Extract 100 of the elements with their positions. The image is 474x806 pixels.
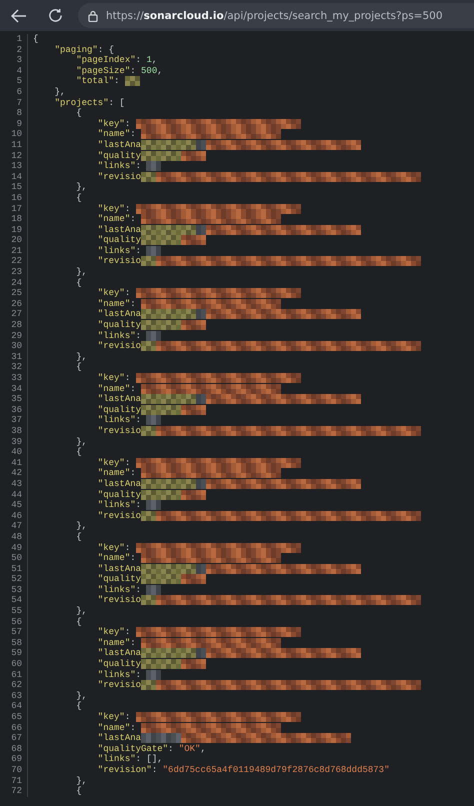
json-key: "links" (33, 246, 136, 256)
json-punctuation: { (75, 616, 82, 628)
line-number: 54 (0, 595, 28, 606)
line-number: 17 (0, 204, 28, 214)
json-key: "name" (33, 384, 130, 394)
line-number: 60 (0, 659, 28, 670)
json-punctuation: }, (75, 521, 88, 532)
json-punctuation: : (130, 298, 137, 310)
line-number: 55 (0, 606, 28, 617)
json-punctuation: : [], (136, 754, 163, 765)
json-punctuation: : (136, 670, 142, 680)
line-number: 10 (0, 129, 28, 140)
line-number: 27 (0, 309, 28, 320)
json-key: "key" (33, 542, 125, 554)
json-key: "quality (33, 150, 142, 162)
json-punctuation: : (130, 384, 137, 394)
lock-icon (88, 10, 98, 22)
line-number: 65 (0, 712, 28, 723)
json-key: "lastAna (33, 140, 142, 151)
json-key: "lastAna (33, 394, 142, 405)
json-punctuation: { (75, 278, 82, 288)
json-key: "name" (33, 722, 130, 734)
line-number: 43 (0, 478, 28, 490)
json-number: 500 (141, 66, 158, 76)
json-punctuation: : (136, 500, 142, 511)
line-number: 69 (0, 754, 28, 765)
json-punctuation: : (136, 55, 142, 66)
json-key: "revisio (33, 341, 142, 352)
json-punctuation: : (130, 214, 137, 225)
json-key: "paging" (33, 44, 98, 56)
json-punctuation: : (130, 66, 137, 76)
json-punctuation: : [ (108, 98, 125, 108)
line-number: 36 (0, 404, 28, 416)
json-punctuation: : (124, 627, 132, 638)
line-number: 58 (0, 638, 28, 648)
json-punctuation: : (124, 204, 132, 214)
json-punctuation: : (114, 76, 120, 87)
json-punctuation: , (200, 744, 206, 754)
line-number: 15 (0, 182, 28, 193)
json-punctuation: , (157, 66, 163, 76)
json-punctuation: }, (75, 352, 88, 362)
json-key: "lastAna (33, 224, 142, 236)
address-field[interactable]: https://sonarcloud.io/api/projects/search_my_projects?ps=500 (78, 3, 474, 28)
json-key: "links" (33, 584, 136, 596)
json-key: "quality (33, 574, 142, 585)
json-key: "key" (33, 288, 125, 299)
json-key: "projects" (33, 98, 109, 108)
line-number: 67 (0, 733, 28, 744)
line-number: 13 (0, 161, 28, 172)
json-string: "OK" (178, 744, 200, 754)
json-key: "quality (33, 404, 142, 416)
json-punctuation: : (130, 553, 137, 564)
line-number: 18 (0, 214, 28, 225)
json-key: "quality (33, 235, 142, 246)
json-key: "key" (33, 458, 125, 468)
json-key: "revisio (33, 595, 142, 606)
json-punctuation: : (130, 638, 137, 648)
json-punctuation: { (75, 362, 82, 373)
json-punctuation: : (124, 458, 132, 468)
back-arrow-icon (11, 8, 27, 22)
line-number: 5 (0, 76, 28, 87)
json-key: "quality (33, 659, 142, 670)
json-key: "key" (33, 712, 125, 723)
line-number: 40 (0, 447, 28, 458)
json-punctuation: : (124, 712, 132, 723)
line-number: 25 (0, 288, 28, 299)
line-number: 16 (0, 192, 28, 204)
line-number: 34 (0, 384, 28, 394)
line-number: 46 (0, 510, 28, 522)
line-number: 20 (0, 235, 28, 246)
json-key: "pageIndex" (33, 55, 136, 66)
pixelated-redaction (124, 76, 140, 86)
json-punctuation: : (136, 161, 142, 172)
line-number: 45 (0, 500, 28, 511)
line-number: 57 (0, 627, 28, 638)
json-punctuation: , (152, 55, 158, 66)
line-number: 8 (0, 108, 28, 119)
json-punctuation: }, (75, 776, 88, 786)
line-number: 68 (0, 744, 28, 754)
json-punctuation: }, (75, 182, 88, 193)
line-number: 11 (0, 140, 28, 151)
json-punctuation: : (124, 373, 132, 384)
line-number: 26 (0, 298, 28, 310)
json-punctuation: : (130, 129, 137, 140)
json-key: "key" (33, 373, 125, 384)
refresh-icon (48, 8, 62, 23)
json-punctuation: { (75, 701, 82, 712)
line-number: 70 (0, 764, 28, 776)
json-punctuation: : { (98, 44, 114, 56)
json-punctuation: }, (54, 86, 66, 98)
json-key: "revision" (33, 764, 152, 776)
line-number: 14 (0, 172, 28, 182)
line-number: 21 (0, 246, 28, 256)
line-number: 66 (0, 722, 28, 734)
line-number: 48 (0, 532, 28, 542)
json-key: "key" (33, 118, 125, 130)
line-number: 4 (0, 66, 28, 76)
json-key: "links" (33, 754, 136, 765)
line-number: 35 (0, 394, 28, 405)
line-number: 37 (0, 415, 28, 426)
